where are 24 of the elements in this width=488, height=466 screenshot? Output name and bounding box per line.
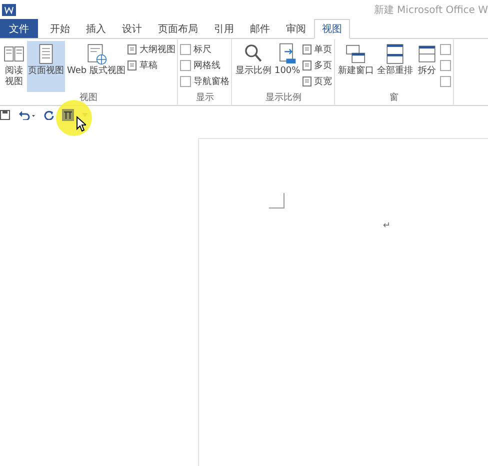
ribbon-button[interactable]: 显示比例 [234, 41, 272, 92]
file-tab[interactable]: 文件 [0, 19, 38, 38]
ribbon-button[interactable]: 多页 [302, 58, 332, 72]
checkbox-label: 标尺 [193, 44, 212, 56]
ribbon-button[interactable]: 拆分 [415, 41, 440, 92]
ribbon-button[interactable]: 页宽 [302, 74, 332, 88]
ribbon-button[interactable]: 新建窗口 [337, 41, 376, 92]
ribbon-button[interactable]: 页面视图 [27, 41, 65, 92]
ribbon-button[interactable]: 单页 [302, 42, 332, 56]
window-title: 新建 Microsoft Office W [374, 4, 488, 17]
paragraph-mark: ↵ [383, 221, 391, 231]
ribbon-button[interactable]: 阅读视图 [2, 41, 26, 92]
ribbon-button[interactable]: 全部重排 [376, 41, 414, 92]
ribbon-button[interactable]: 大纲视图 [127, 42, 176, 56]
checkbox-label: 网格线 [193, 60, 220, 72]
ribbon-button[interactable]: 草稿 [127, 58, 176, 72]
ribbon-button[interactable]: 100% [273, 41, 302, 92]
group-label: 显示 [194, 92, 215, 105]
ribbon-button[interactable]: Web 版式视图 [66, 41, 126, 92]
group-label: 窗 [388, 92, 400, 105]
checkbox-label: 导航窗格 [193, 76, 230, 88]
ribbon-tab[interactable]: 视图 [314, 19, 350, 39]
group-label: 显示比例 [264, 92, 302, 105]
group-label: 视图 [78, 92, 99, 105]
